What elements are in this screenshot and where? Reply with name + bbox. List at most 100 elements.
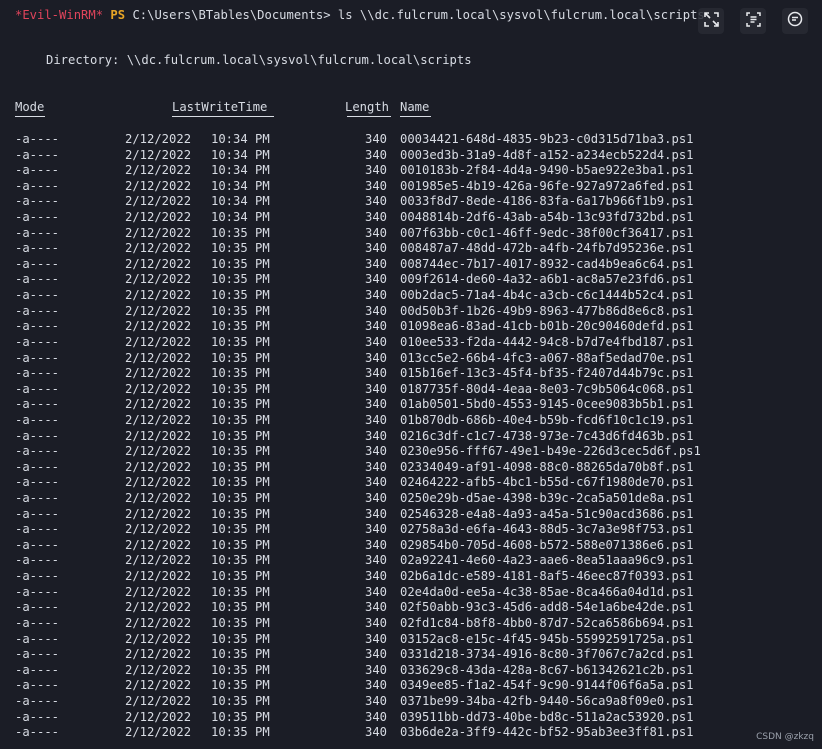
file-name: 02464222-afb5-4bc1-b55d-c67f1980de70.ps1 — [400, 475, 694, 490]
file-name: 039511bb-dd73-40be-bd8c-511a2ac53920.ps1 — [400, 709, 694, 724]
file-time: 10:35 PM — [211, 506, 270, 521]
file-length: 340 — [365, 194, 388, 209]
file-name: 0033f8d7-8ede-4186-83fa-6a17b966f1b9.ps1 — [400, 194, 694, 209]
file-mode: -a---- — [15, 475, 60, 490]
file-time: 10:35 PM — [211, 444, 270, 459]
file-date: 2/12/2022 — [125, 522, 192, 537]
file-date: 2/12/2022 — [125, 397, 192, 412]
file-name: 013cc5e2-66b4-4fc3-a067-88af5edad70e.ps1 — [400, 350, 694, 365]
file-length: 340 — [365, 350, 388, 365]
file-date: 2/12/2022 — [125, 210, 192, 225]
file-time: 10:35 PM — [211, 725, 270, 740]
file-time: 10:35 PM — [211, 569, 270, 584]
file-time: 10:34 PM — [211, 163, 270, 178]
file-length: 340 — [365, 428, 388, 443]
file-mode: -a---- — [15, 600, 60, 615]
file-time: 10:35 PM — [211, 225, 270, 240]
file-name: 009f2614-de60-4a32-a6b1-ac8a57e23fd6.ps1 — [400, 272, 694, 287]
file-time: 10:34 PM — [211, 194, 270, 209]
file-length: 340 — [365, 397, 388, 412]
file-time: 10:34 PM — [211, 132, 270, 146]
file-mode: -a---- — [15, 288, 60, 303]
file-name: 00034421-648d-4835-9b23-c0d315d71ba3.ps1 — [400, 132, 694, 146]
file-length: 340 — [365, 256, 388, 271]
file-name: 015b16ef-13c3-45f4-bf35-f2407d44b79c.ps1 — [400, 366, 694, 381]
file-date: 2/12/2022 — [125, 412, 192, 427]
file-length: 340 — [365, 147, 388, 162]
file-name: 01ab0501-5bd0-4553-9145-0cee9083b5b1.ps1 — [400, 397, 694, 412]
file-length: 340 — [365, 522, 388, 537]
file-length: 340 — [365, 272, 388, 287]
file-mode: -a---- — [15, 163, 60, 178]
ocr-button[interactable] — [740, 8, 766, 34]
file-date: 2/12/2022 — [125, 225, 192, 240]
file-time: 10:35 PM — [211, 553, 270, 568]
file-date: 2/12/2022 — [125, 584, 192, 599]
file-mode: -a---- — [15, 412, 60, 427]
file-name: 02334049-af91-4098-88c0-88265da70b8f.ps1 — [400, 459, 694, 474]
prompt-line: *Evil-WinRM* PS C:\Users\BTables\Documen… — [15, 8, 705, 23]
comment-icon — [787, 11, 803, 31]
file-time: 10:35 PM — [211, 350, 270, 365]
file-time: 10:35 PM — [211, 412, 270, 427]
file-time: 10:34 PM — [211, 210, 270, 225]
header-name: Name — [400, 100, 430, 114]
file-date: 2/12/2022 — [125, 147, 192, 162]
file-date: 2/12/2022 — [125, 537, 192, 552]
file-mode: -a---- — [15, 381, 60, 396]
file-name: 01098ea6-83ad-41cb-b01b-20c90460defd.ps1 — [400, 319, 694, 334]
file-length: 340 — [365, 506, 388, 521]
terminal-window[interactable]: *Evil-WinRM* PS C:\Users\BTables\Documen… — [0, 0, 822, 749]
file-time: 10:35 PM — [211, 537, 270, 552]
file-date: 2/12/2022 — [125, 506, 192, 521]
file-length: 340 — [365, 319, 388, 334]
file-time: 10:35 PM — [211, 397, 270, 412]
file-length: 340 — [365, 491, 388, 506]
file-time: 10:35 PM — [211, 662, 270, 677]
file-time: 10:35 PM — [211, 678, 270, 693]
file-mode: -a---- — [15, 319, 60, 334]
file-date: 2/12/2022 — [125, 615, 192, 630]
background-artifact-text — [14, 40, 18, 54]
file-mode: -a---- — [15, 241, 60, 256]
file-mode: -a---- — [15, 444, 60, 459]
file-name: 02fd1c84-b8f8-4bb0-87d7-52ca6586b694.ps1 — [400, 615, 694, 630]
file-length: 340 — [365, 709, 388, 724]
file-length: 340 — [365, 412, 388, 427]
file-mode: -a---- — [15, 194, 60, 209]
file-time: 10:35 PM — [211, 381, 270, 396]
file-time: 10:35 PM — [211, 428, 270, 443]
file-length: 340 — [365, 132, 388, 146]
file-time: 10:35 PM — [211, 709, 270, 724]
file-length: 340 — [365, 600, 388, 615]
file-mode: -a---- — [15, 569, 60, 584]
file-length: 340 — [365, 537, 388, 552]
file-date: 2/12/2022 — [125, 709, 192, 724]
file-mode: -a---- — [15, 693, 60, 708]
file-length: 340 — [365, 725, 388, 740]
directory-line: Directory: \\dc.fulcrum.local\sysvol\ful… — [46, 53, 472, 67]
file-length: 340 — [365, 647, 388, 662]
file-name: 02e4da0d-ee5a-4c38-85ae-8ca466a04d1d.ps1 — [400, 584, 694, 599]
file-mode: -a---- — [15, 334, 60, 349]
file-name: 0216c3df-c1c7-4738-973e-7c43d6fd463b.ps1 — [400, 428, 694, 443]
header-mode: Mode — [15, 100, 45, 114]
file-mode: -a---- — [15, 615, 60, 630]
expand-button[interactable] — [698, 8, 724, 34]
file-name: 03b6de2a-3ff9-442c-bf52-95ab3ee3ff81.ps1 — [400, 725, 694, 740]
file-time: 10:34 PM — [211, 178, 270, 193]
file-mode: -a---- — [15, 428, 60, 443]
comment-button[interactable] — [782, 8, 808, 34]
file-name: 02b6a1dc-e589-4181-8af5-46eec87f0393.ps1 — [400, 569, 694, 584]
file-date: 2/12/2022 — [125, 319, 192, 334]
file-time: 10:35 PM — [211, 584, 270, 599]
file-length: 340 — [365, 678, 388, 693]
header-lastwritetime: LastWriteTime — [172, 100, 268, 114]
file-mode: -a---- — [15, 272, 60, 287]
evil-winrm-tag: *Evil-WinRM* — [15, 8, 104, 22]
file-mode: -a---- — [15, 256, 60, 271]
file-date: 2/12/2022 — [125, 381, 192, 396]
file-mode: -a---- — [15, 210, 60, 225]
file-name: 0187735f-80d4-4eaa-8e03-7c9b5064c068.ps1 — [400, 381, 694, 396]
file-name: 029854b0-705d-4608-b572-588e071386e6.ps1 — [400, 537, 694, 552]
